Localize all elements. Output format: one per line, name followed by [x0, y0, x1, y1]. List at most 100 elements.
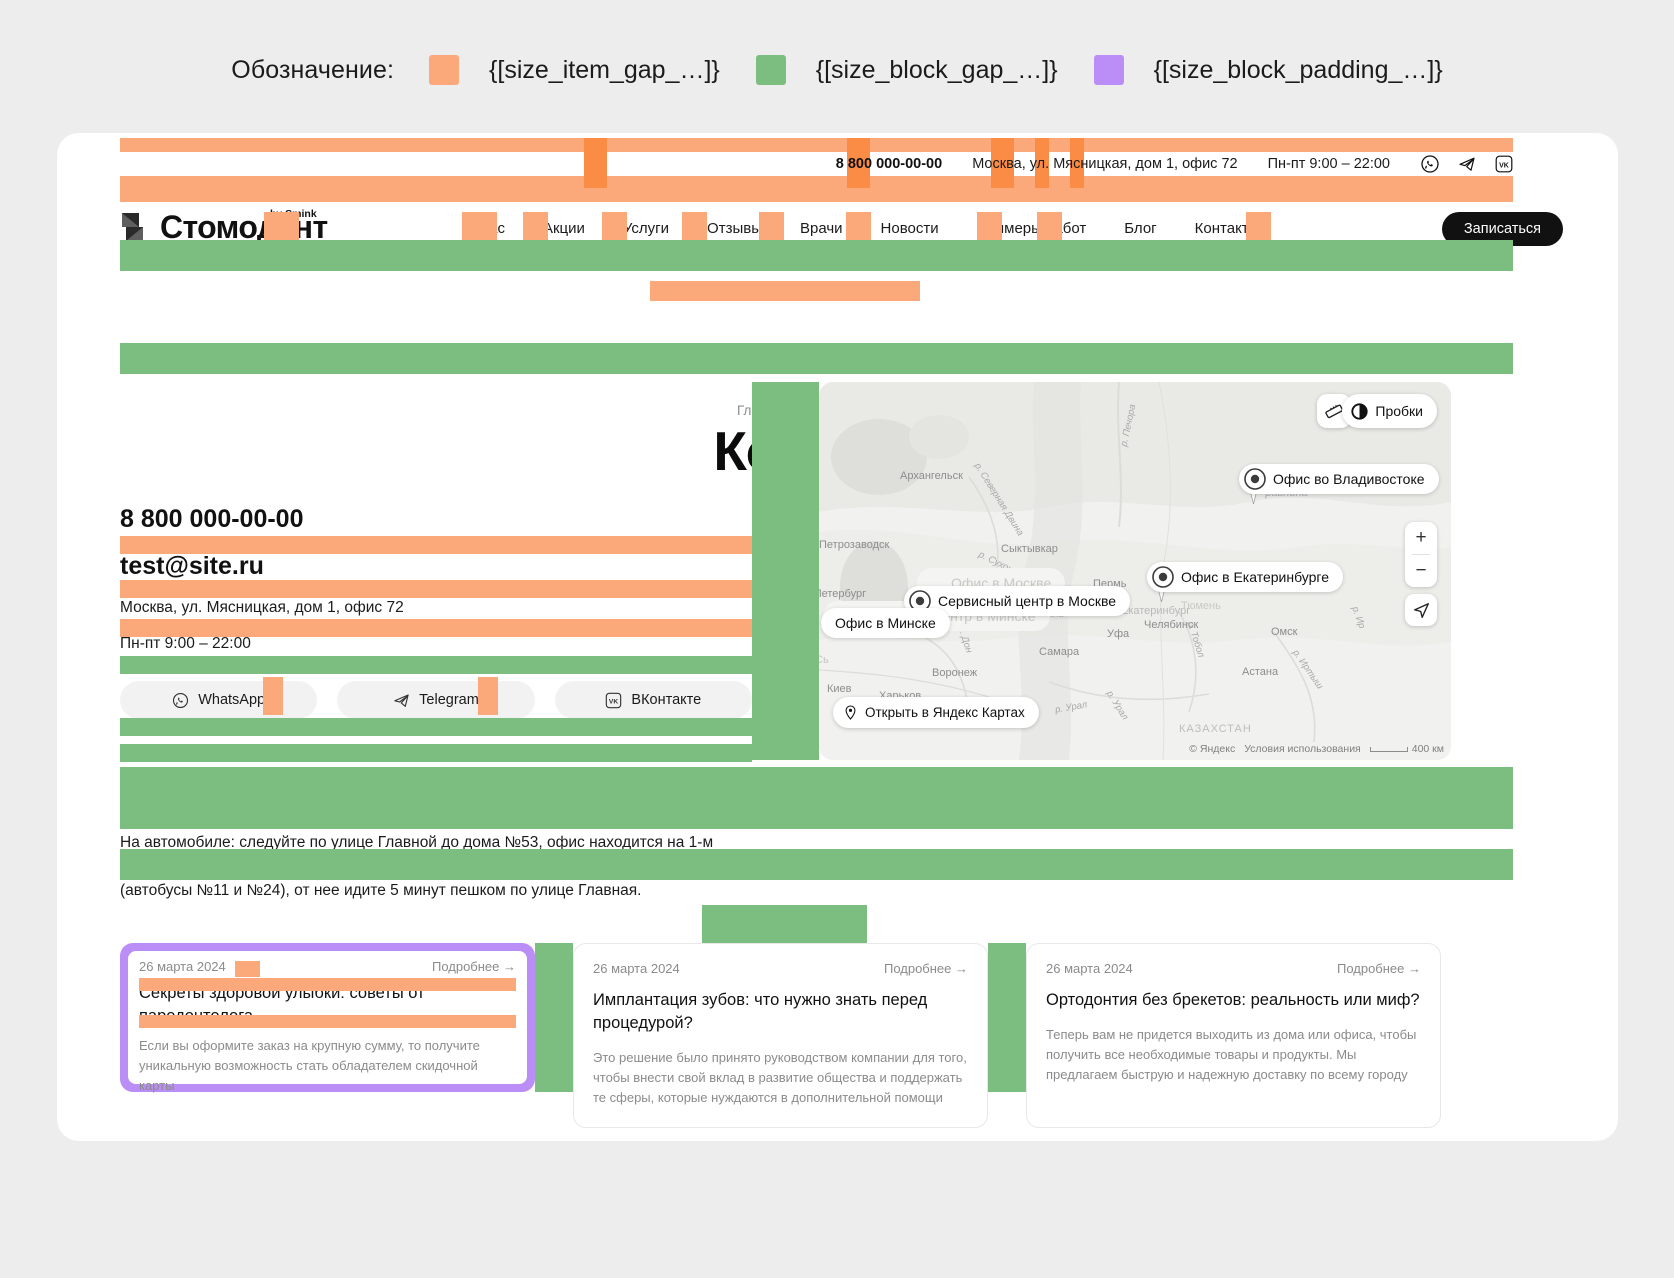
- whatsapp-icon[interactable]: [1420, 155, 1439, 174]
- map-terms-link[interactable]: Условия использования: [1244, 743, 1361, 755]
- nav-item-blog[interactable]: Блог: [1124, 220, 1156, 237]
- vk-icon: VK: [605, 692, 622, 709]
- contact-hours: Пн-пт 9:00 – 22:00: [120, 635, 251, 652]
- news-card-text: Это решение было принято руководством ко…: [593, 1050, 967, 1105]
- contacts-info-block: 8 800 000-00-00 test@site.ru Москва, ул.…: [120, 505, 752, 903]
- nav-item-news[interactable]: Новости: [881, 220, 939, 237]
- spacing-overlay-block-gap: [752, 382, 819, 760]
- spacing-overlay-item-gap: [235, 961, 260, 977]
- traffic-label: Пробки: [1375, 403, 1423, 419]
- whatsapp-label: WhatsApp: [198, 692, 266, 708]
- contact-email[interactable]: test@site.ru: [120, 552, 752, 581]
- open-in-yandex-maps-label: Открыть в Яндекс Картах: [865, 705, 1025, 720]
- news-card-date: 26 марта 2024: [139, 959, 226, 974]
- map-region-label: КАЗАХСТАН: [1179, 723, 1252, 735]
- map-city-label: Архангельск: [900, 470, 963, 482]
- spacing-overlay-block-gap: [120, 656, 752, 674]
- nav-item-doctors[interactable]: Врачи: [800, 220, 843, 237]
- news-card[interactable]: 26 марта 2024 Подробнее → Имплантация зу…: [573, 943, 988, 1128]
- topbar: 8 800 000-00-00 Москва, ул. Мясницкая, д…: [57, 133, 1618, 195]
- nav-item-services[interactable]: Услуги: [623, 220, 669, 237]
- legend-text-block-padding: {[size_block_padding_…]}: [1153, 55, 1443, 84]
- svg-text:VK: VK: [1499, 162, 1509, 169]
- nav-item-reviews[interactable]: Отзывы: [707, 220, 762, 237]
- svg-text:VK: VK: [609, 698, 618, 705]
- map-city-label: Тюмень: [1181, 600, 1221, 612]
- vk-label: ВКонтакте: [631, 692, 702, 708]
- map-city-label: Екатеринбург: [1121, 605, 1191, 617]
- news-card-text: Теперь вам не придется выходить из дома …: [1046, 1027, 1417, 1082]
- spacing-overlay-block-gap: [120, 849, 1513, 880]
- spacing-overlay-block-gap: [535, 943, 573, 1092]
- zoom-in-button[interactable]: +: [1405, 522, 1437, 554]
- news-card-date: 26 марта 2024: [593, 961, 680, 976]
- geolocate-button[interactable]: [1405, 594, 1437, 626]
- nav-item-promos[interactable]: Акции: [543, 220, 585, 237]
- spacing-overlay-item-gap: [478, 677, 498, 715]
- spacing-overlay-block-gap: [120, 240, 1513, 271]
- map-pin-text: Офис в Минске: [835, 615, 936, 631]
- news-card-readmore[interactable]: Подробнее →: [884, 961, 968, 976]
- legend-text-block-gap: {[size_block_gap_…]}: [815, 55, 1058, 84]
- map-city-label: Воронеж: [932, 667, 978, 679]
- contact-phone[interactable]: 8 800 000-00-00: [120, 505, 752, 534]
- telegram-icon: [393, 692, 410, 709]
- news-card-meta: 26 марта 2024 Подробнее →: [139, 959, 516, 974]
- zoom-out-button[interactable]: −: [1405, 555, 1437, 587]
- map-city-label: Петрозаводск: [819, 539, 890, 551]
- spacing-overlay-block-gap: [120, 744, 752, 762]
- spacing-overlay-item-gap: [139, 978, 516, 991]
- legend-item-block-padding: {[size_block_padding_…]}: [1093, 55, 1443, 85]
- map-pin-text: Офис во Владивостоке: [1273, 471, 1425, 487]
- map-city-label: Астана: [1242, 666, 1279, 678]
- traffic-button[interactable]: Пробки: [1342, 394, 1437, 428]
- yandex-map[interactable]: Архангельск Петрозаводск Сыктывкар т-Пет…: [819, 382, 1451, 760]
- legend-item-item-gap: {[size_item_gap_…]}: [429, 55, 720, 85]
- spacing-overlay-block-gap: [120, 767, 1513, 829]
- news-card-text: Если вы оформите заказ на крупную сумму,…: [139, 1038, 480, 1093]
- spacing-overlay-block-gap: [988, 943, 1026, 1092]
- map-pin-text: Офис в Екатеринбурге: [1181, 569, 1329, 585]
- news-card[interactable]: 26 марта 2024 Подробнее → Ортодонтия без…: [1026, 943, 1441, 1128]
- map-copyright: © Яндекс: [1189, 743, 1236, 755]
- telegram-button[interactable]: Telegram: [337, 681, 535, 719]
- open-in-yandex-maps-button[interactable]: Открыть в Яндекс Картах: [833, 697, 1039, 728]
- map-pin-icon: [1244, 468, 1266, 490]
- map-pin-icon: [1152, 566, 1174, 588]
- vk-button[interactable]: VK ВКонтакте: [554, 681, 752, 719]
- legend-swatch-item-gap: [429, 55, 460, 85]
- news-card-date: 26 марта 2024: [1046, 961, 1133, 976]
- whatsapp-button[interactable]: WhatsApp: [120, 681, 318, 719]
- news-card[interactable]: 26 марта 2024 Подробнее → Секреты здоров…: [120, 943, 535, 1128]
- vk-icon[interactable]: VK: [1494, 155, 1513, 174]
- map-city-label: Омск: [1271, 626, 1298, 638]
- map-city-label: Самара: [1039, 646, 1080, 658]
- map-pin-ekaterinburg[interactable]: Офис в Екатеринбурге: [1147, 562, 1343, 592]
- spacing-overlay-item-gap: [120, 536, 752, 554]
- news-card-readmore[interactable]: Подробнее →: [1337, 961, 1421, 976]
- map-pin-text: Сервисный центр в Москве: [938, 593, 1117, 609]
- topbar-phone[interactable]: 8 800 000-00-00: [836, 156, 942, 172]
- map-city-label: Сыктывкар: [1001, 543, 1058, 555]
- news-card-readmore[interactable]: Подробнее →: [432, 959, 516, 974]
- legend-bar: Обозначение: {[size_item_gap_…]} {[size_…: [0, 0, 1674, 140]
- topbar-hours: Пн-пт 9:00 – 22:00: [1267, 156, 1390, 172]
- telegram-icon[interactable]: [1457, 155, 1476, 174]
- whatsapp-icon: [172, 692, 189, 709]
- logo-mark-icon: [122, 213, 143, 241]
- map-pin-minsk[interactable]: Офис в Минске: [821, 608, 950, 638]
- map-scale: 400 км: [1369, 743, 1444, 755]
- map-city-label: т-Петербург: [819, 588, 867, 600]
- zoom-controls: + −: [1405, 522, 1437, 587]
- topbar-address: Москва, ул. Мясницкая, дом 1, офис 72: [972, 156, 1238, 172]
- news-card-title: Ортодонтия без брекетов: реальность или …: [1046, 991, 1420, 1009]
- ruler-icon: [1325, 404, 1343, 419]
- map-pin-vladivostok[interactable]: Офис во Владивостоке: [1239, 464, 1439, 494]
- news-cards-row: 26 марта 2024 Подробнее → Секреты здоров…: [120, 943, 1441, 1128]
